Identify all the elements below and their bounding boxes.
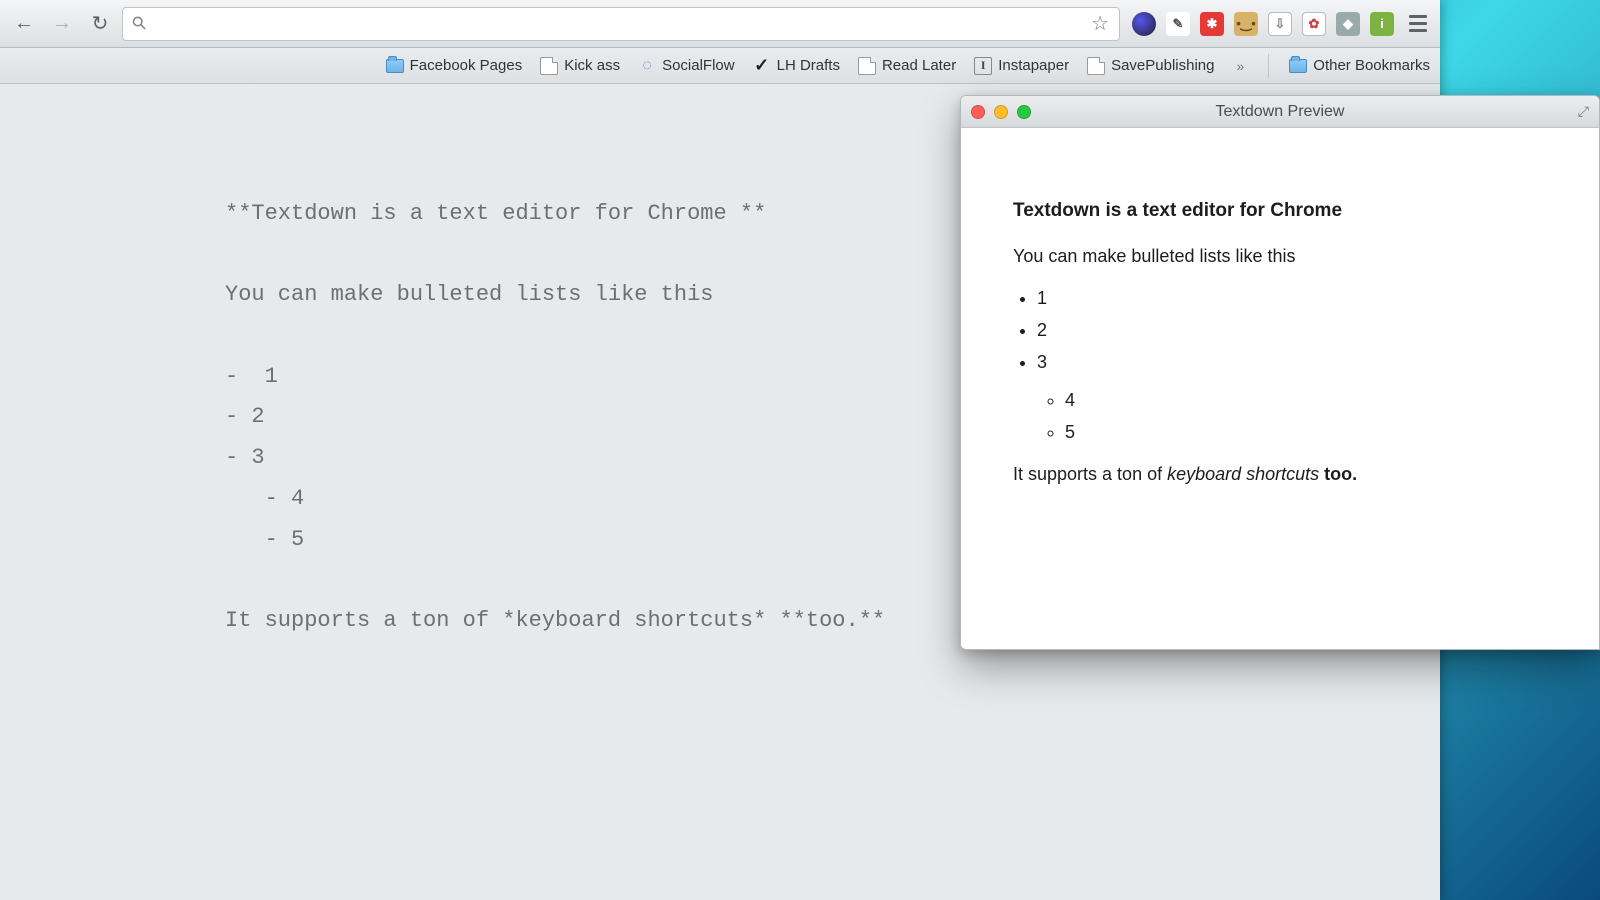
search-icon: ⚲ [128, 11, 152, 35]
bookmark-label: SavePublishing [1111, 57, 1214, 74]
list-item: 2 [1037, 317, 1547, 345]
reload-button[interactable]: ↻ [84, 8, 116, 40]
preview-body: Textdown is a text editor for Chrome You… [961, 128, 1599, 531]
extension-icon[interactable] [1132, 12, 1156, 36]
bookmark-item[interactable]: Kick ass [540, 57, 620, 75]
other-bookmarks[interactable]: Other Bookmarks [1289, 57, 1430, 74]
bookmark-item[interactable]: I Instapaper [974, 57, 1069, 75]
bookmark-item[interactable]: Read Later [858, 57, 956, 75]
bookmark-label: SocialFlow [662, 57, 735, 74]
bookmark-label: LH Drafts [777, 57, 840, 74]
extensions-strip: ✎ ✱ •‿• ⇩ ✿ ◆ i [1126, 10, 1432, 38]
chrome-menu-button[interactable] [1404, 10, 1432, 38]
list-item: 4 [1065, 387, 1547, 415]
bookmark-item[interactable]: SavePublishing [1087, 57, 1214, 75]
bookmarks-overflow[interactable]: » [1232, 58, 1248, 74]
folder-icon [386, 59, 404, 73]
bookmark-label: Kick ass [564, 57, 620, 74]
page-icon [858, 57, 876, 75]
page-icon [1087, 57, 1105, 75]
forward-button[interactable]: → [46, 8, 78, 40]
browser-toolbar: ← → ↻ ⚲ ☆ ✎ ✱ •‿• ⇩ ✿ ◆ i [0, 0, 1440, 48]
socialflow-icon: ◌ [638, 57, 656, 75]
arrow-left-icon: ← [14, 12, 34, 35]
extension-icon[interactable]: i [1370, 12, 1394, 36]
star-icon[interactable]: ☆ [1091, 11, 1109, 36]
bookmark-item[interactable]: ✓ LH Drafts [753, 57, 840, 75]
bookmark-item[interactable]: Facebook Pages [386, 57, 523, 74]
extension-icon[interactable]: ✎ [1166, 12, 1190, 36]
extension-icon[interactable]: ✿ [1302, 12, 1326, 36]
extension-icon[interactable]: ◆ [1336, 12, 1360, 36]
arrow-right-icon: → [52, 12, 72, 35]
other-bookmarks-label: Other Bookmarks [1313, 57, 1430, 74]
preview-window: Textdown Preview ⤢ Textdown is a text ed… [960, 95, 1600, 650]
extension-icon[interactable]: •‿• [1234, 12, 1258, 36]
folder-icon [1289, 59, 1307, 73]
address-bar[interactable]: ⚲ ☆ [122, 7, 1120, 41]
bookmark-label: Facebook Pages [410, 57, 523, 74]
preview-paragraph: You can make bulleted lists like this [1013, 243, 1547, 271]
preview-window-title: Textdown Preview [961, 103, 1599, 121]
preview-list: 1 2 3 4 5 [1037, 285, 1547, 446]
list-item: 3 4 5 [1037, 349, 1547, 447]
expand-icon[interactable]: ⤢ [1578, 103, 1589, 120]
preview-heading: Textdown is a text editor for Chrome [1013, 196, 1547, 225]
preview-titlebar[interactable]: Textdown Preview ⤢ [961, 96, 1599, 128]
list-item: 1 [1037, 285, 1547, 313]
bookmark-label: Read Later [882, 57, 956, 74]
bookmark-item[interactable]: ◌ SocialFlow [638, 57, 735, 75]
markdown-editor[interactable]: **Textdown is a text editor for Chrome *… [225, 194, 885, 642]
page-icon [540, 57, 558, 75]
bookmark-label: Instapaper [998, 57, 1069, 74]
separator [1268, 54, 1269, 78]
reload-icon: ↻ [92, 11, 109, 36]
instapaper-icon: I [974, 57, 992, 75]
back-button[interactable]: ← [8, 8, 40, 40]
list-item: 5 [1065, 419, 1547, 447]
extension-icon[interactable]: ⇩ [1268, 12, 1292, 36]
draft-icon: ✓ [753, 57, 771, 75]
extension-icon[interactable]: ✱ [1200, 12, 1224, 36]
preview-paragraph: It supports a ton of keyboard shortcuts … [1013, 461, 1547, 489]
bookmarks-bar: Facebook Pages Kick ass ◌ SocialFlow ✓ L… [0, 48, 1440, 84]
